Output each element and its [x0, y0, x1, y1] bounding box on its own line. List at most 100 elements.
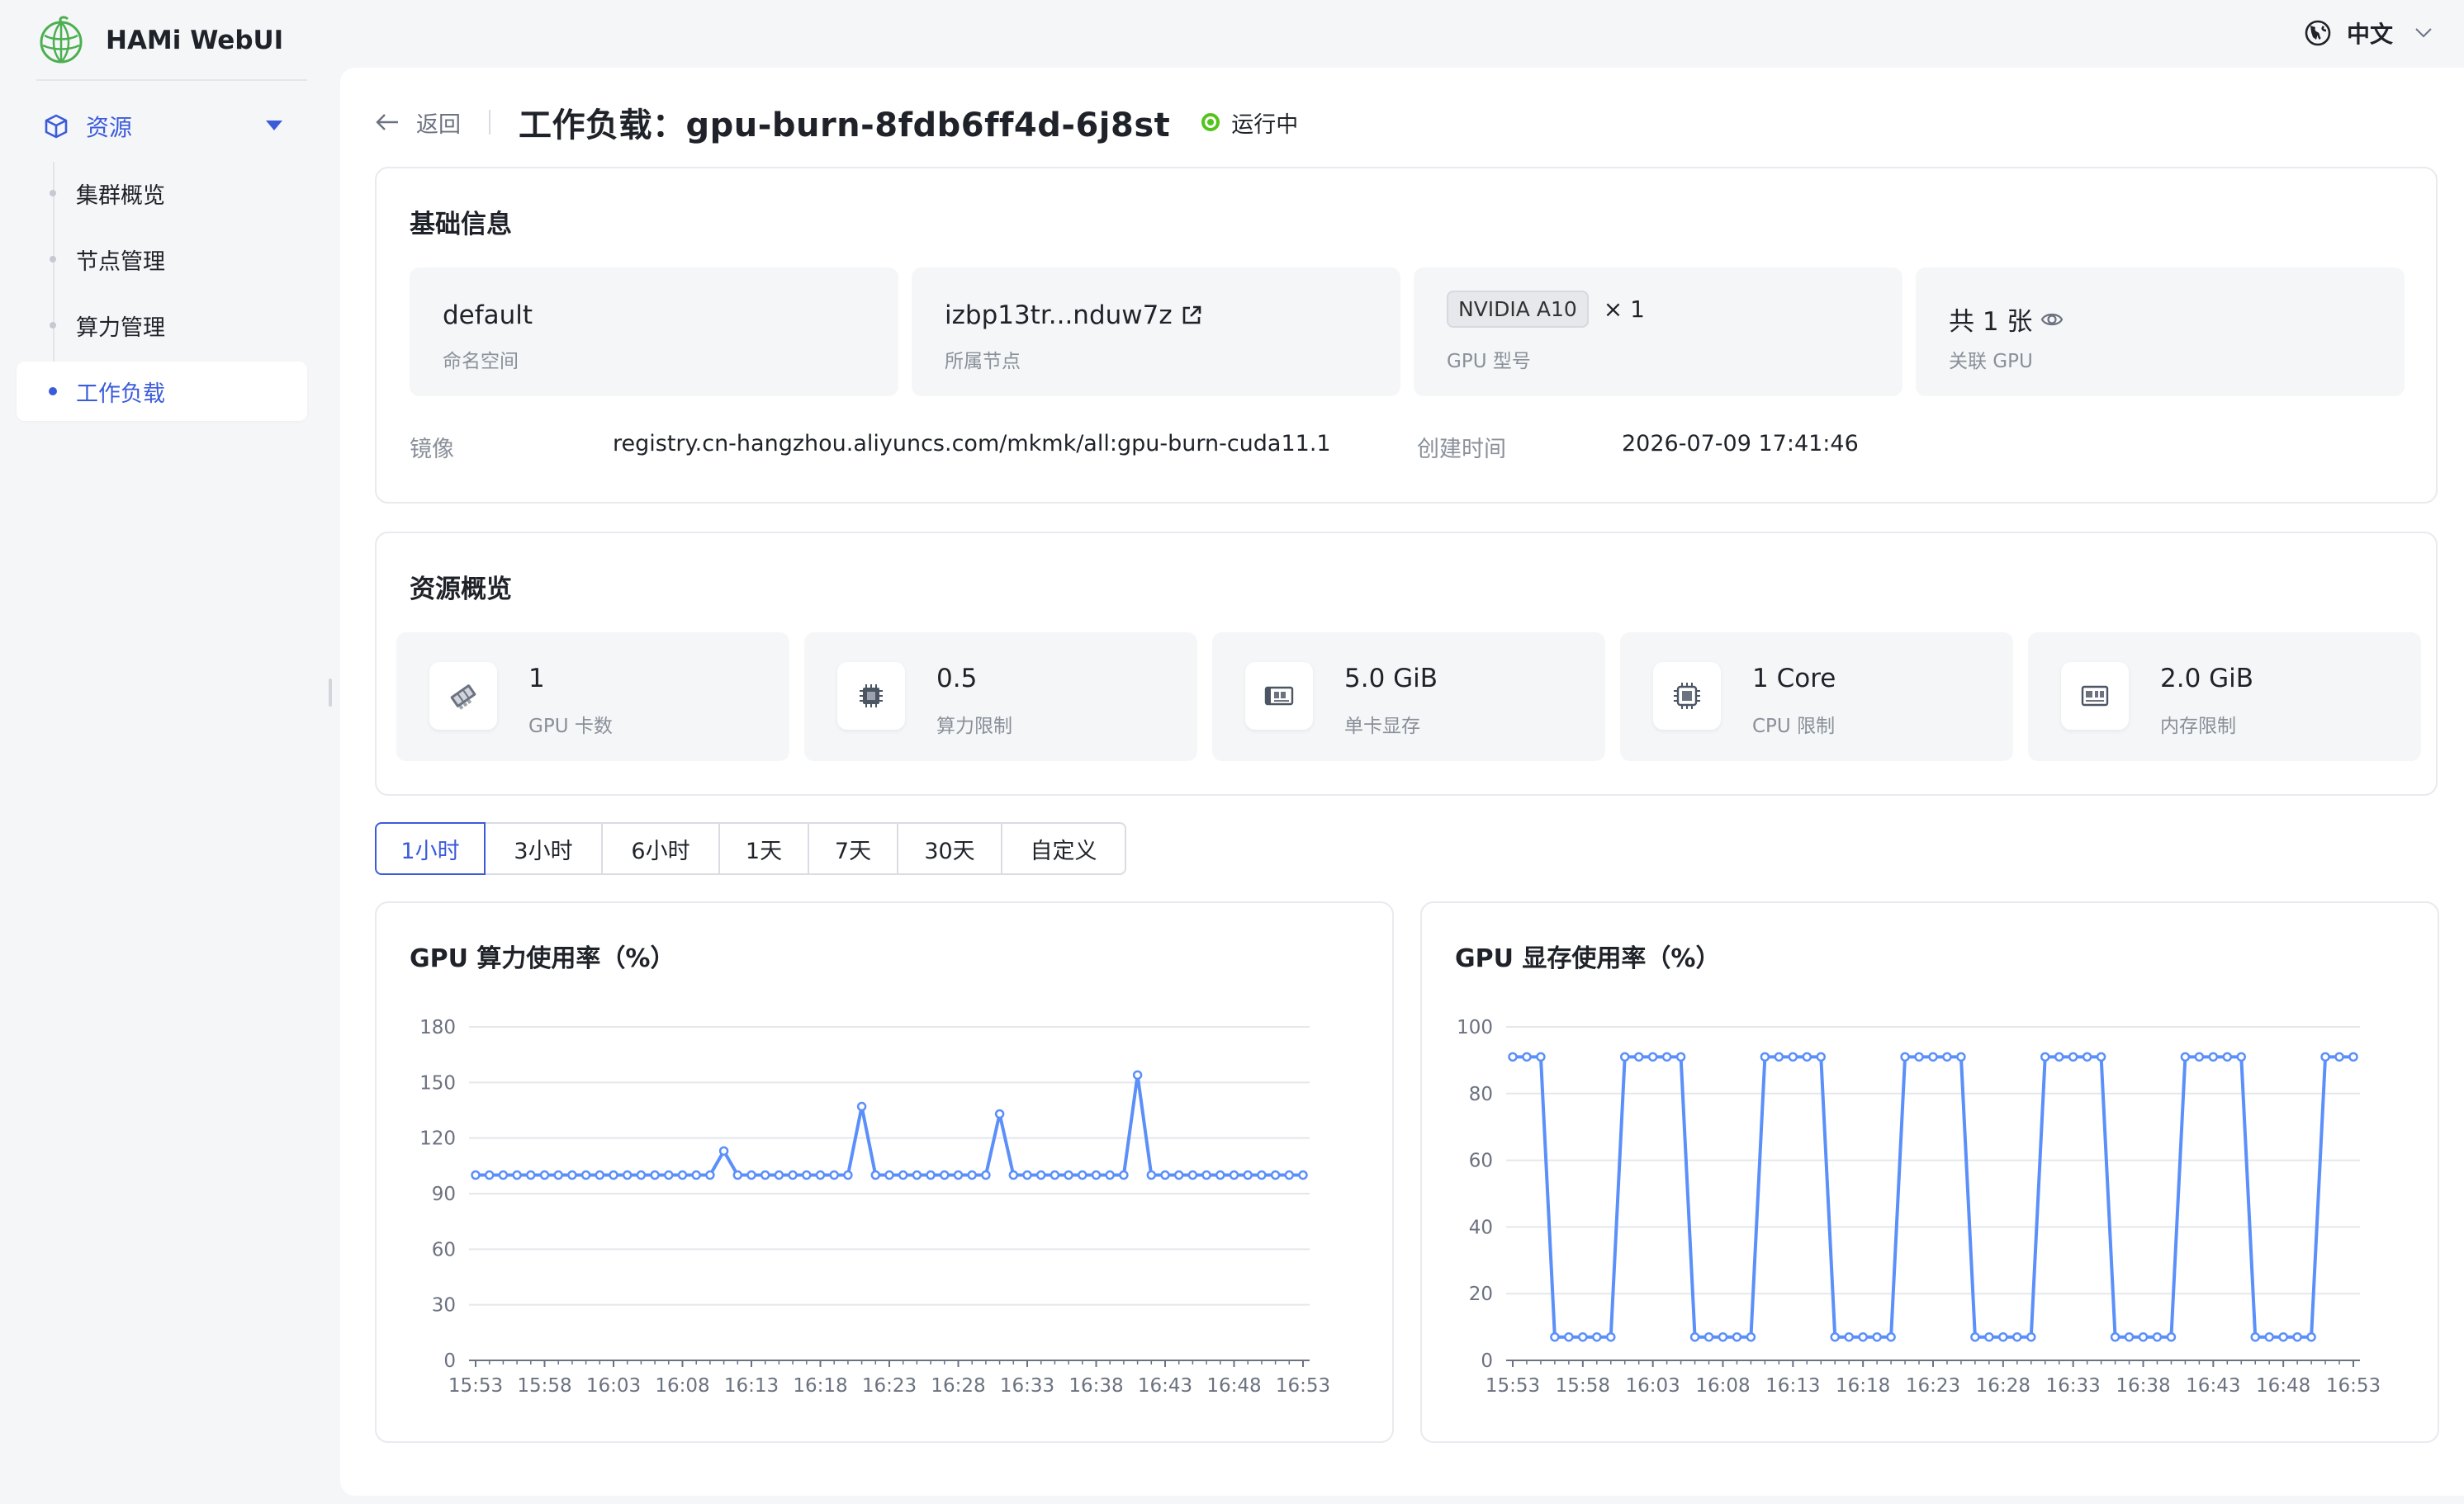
data-point[interactable] — [1816, 1052, 1827, 1062]
data-point[interactable] — [788, 1170, 798, 1180]
data-point[interactable] — [1956, 1052, 1966, 1062]
data-point[interactable] — [2194, 1052, 2205, 1062]
data-point[interactable] — [2124, 1331, 2135, 1342]
data-point[interactable] — [802, 1170, 812, 1180]
sidebar-resize-handle[interactable] — [329, 679, 332, 707]
data-point[interactable] — [1830, 1331, 1840, 1342]
data-point[interactable] — [2180, 1052, 2191, 1062]
data-point[interactable] — [1802, 1052, 1812, 1062]
data-point[interactable] — [1788, 1052, 1798, 1062]
data-point[interactable] — [1270, 1170, 1281, 1180]
data-point[interactable] — [1633, 1052, 1644, 1062]
range-6h[interactable]: 6小时 — [601, 822, 720, 875]
data-point[interactable] — [1858, 1331, 1868, 1342]
data-point[interactable] — [1132, 1070, 1143, 1081]
node-link[interactable]: izbp13tr...nduw7z — [945, 300, 1173, 330]
data-point[interactable] — [1998, 1331, 2008, 1342]
data-point[interactable] — [553, 1170, 563, 1180]
data-point[interactable] — [1146, 1170, 1157, 1180]
data-point[interactable] — [691, 1170, 701, 1180]
data-point[interactable] — [677, 1170, 688, 1180]
data-point[interactable] — [1257, 1170, 1267, 1180]
data-point[interactable] — [471, 1170, 481, 1180]
data-point[interactable] — [967, 1170, 977, 1180]
data-point[interactable] — [650, 1170, 660, 1180]
brand[interactable]: HAMi WebUI — [36, 12, 283, 69]
data-point[interactable] — [1718, 1331, 1728, 1342]
data-point[interactable] — [526, 1170, 536, 1180]
data-point[interactable] — [636, 1170, 647, 1180]
data-point[interactable] — [732, 1170, 743, 1180]
data-point[interactable] — [1900, 1052, 1910, 1062]
data-point[interactable] — [1243, 1170, 1253, 1180]
data-point[interactable] — [774, 1170, 784, 1180]
data-point[interactable] — [2222, 1052, 2233, 1062]
data-point[interactable] — [1844, 1331, 1854, 1342]
data-point[interactable] — [1050, 1170, 1060, 1180]
data-point[interactable] — [1298, 1170, 1308, 1180]
data-point[interactable] — [1105, 1170, 1115, 1180]
data-point[interactable] — [1578, 1331, 1588, 1342]
data-point[interactable] — [580, 1170, 591, 1180]
data-point[interactable] — [2040, 1052, 2050, 1062]
data-point[interactable] — [1606, 1331, 1616, 1342]
data-point[interactable] — [953, 1170, 964, 1180]
data-point[interactable] — [843, 1170, 853, 1180]
external-link-icon[interactable] — [1181, 305, 1202, 326]
data-point[interactable] — [2334, 1052, 2344, 1062]
data-point[interactable] — [2306, 1331, 2316, 1342]
data-point[interactable] — [1284, 1170, 1295, 1180]
data-point[interactable] — [1564, 1331, 1574, 1342]
data-point[interactable] — [2110, 1331, 2120, 1342]
data-point[interactable] — [1746, 1331, 1756, 1342]
data-point[interactable] — [760, 1170, 770, 1180]
data-point[interactable] — [1619, 1052, 1630, 1062]
data-point[interactable] — [1984, 1331, 1994, 1342]
sidebar-item-cluster-overview[interactable]: 集群概览 — [17, 163, 307, 223]
data-point[interactable] — [664, 1170, 674, 1180]
range-1d[interactable]: 1天 — [718, 822, 809, 875]
data-point[interactable] — [1215, 1170, 1225, 1180]
data-point[interactable] — [815, 1170, 826, 1180]
data-point[interactable] — [898, 1170, 908, 1180]
data-point[interactable] — [484, 1170, 495, 1180]
data-point[interactable] — [1661, 1052, 1672, 1062]
data-point[interactable] — [1035, 1170, 1046, 1180]
data-point[interactable] — [1886, 1331, 1896, 1342]
data-point[interactable] — [926, 1170, 936, 1180]
data-point[interactable] — [539, 1170, 550, 1180]
data-point[interactable] — [1022, 1170, 1032, 1180]
data-point[interactable] — [1703, 1331, 1714, 1342]
data-point[interactable] — [2264, 1331, 2274, 1342]
data-point[interactable] — [622, 1170, 633, 1180]
data-point[interactable] — [1508, 1052, 1518, 1062]
data-point[interactable] — [2054, 1052, 2064, 1062]
data-point[interactable] — [2278, 1331, 2288, 1342]
data-point[interactable] — [1201, 1170, 1211, 1180]
eye-icon[interactable] — [2040, 308, 2064, 331]
sidebar-item-workloads[interactable]: 工作负载 — [17, 362, 307, 421]
data-point[interactable] — [746, 1170, 756, 1180]
data-point[interactable] — [2082, 1052, 2092, 1062]
data-point[interactable] — [1760, 1052, 1770, 1062]
data-point[interactable] — [1119, 1170, 1129, 1180]
data-point[interactable] — [1647, 1052, 1658, 1062]
data-point[interactable] — [2208, 1052, 2219, 1062]
data-point[interactable] — [981, 1170, 991, 1180]
menu-group-resources[interactable]: 资源 — [17, 99, 307, 154]
data-point[interactable] — [2026, 1331, 2036, 1342]
data-point[interactable] — [2166, 1331, 2177, 1342]
data-point[interactable] — [994, 1109, 1005, 1119]
data-point[interactable] — [1970, 1331, 1980, 1342]
data-point[interactable] — [1675, 1052, 1686, 1062]
data-point[interactable] — [2096, 1052, 2106, 1062]
data-point[interactable] — [1008, 1170, 1019, 1180]
data-point[interactable] — [1689, 1331, 1700, 1342]
data-point[interactable] — [1160, 1170, 1170, 1180]
data-point[interactable] — [940, 1170, 950, 1180]
data-point[interactable] — [1914, 1052, 1924, 1062]
data-point[interactable] — [595, 1170, 605, 1180]
data-point[interactable] — [718, 1146, 729, 1156]
data-point[interactable] — [1187, 1170, 1198, 1180]
data-point[interactable] — [2152, 1331, 2163, 1342]
